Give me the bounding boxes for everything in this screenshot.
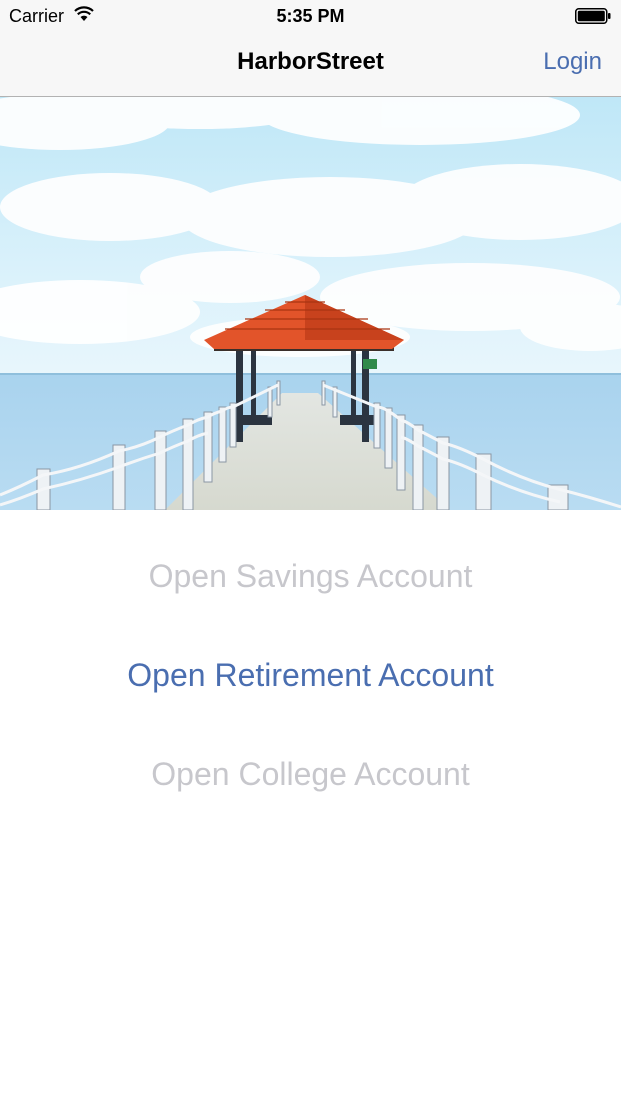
page-title: HarborStreet [237, 48, 384, 75]
battery-icon [575, 8, 611, 24]
login-button[interactable]: Login [543, 48, 602, 76]
open-college-account-button[interactable]: Open College Account [0, 756, 621, 793]
open-savings-account-button[interactable]: Open Savings Account [0, 558, 621, 595]
hero-image [0, 97, 621, 510]
screen: Carrier 5:35 PM HarborStreet Login Open … [0, 0, 621, 1104]
open-retirement-account-button[interactable]: Open Retirement Account [0, 657, 621, 694]
navigation-bar: HarborStreet Login [0, 32, 621, 97]
status-bar: Carrier 5:35 PM [0, 0, 621, 32]
status-time: 5:35 PM [276, 6, 345, 26]
